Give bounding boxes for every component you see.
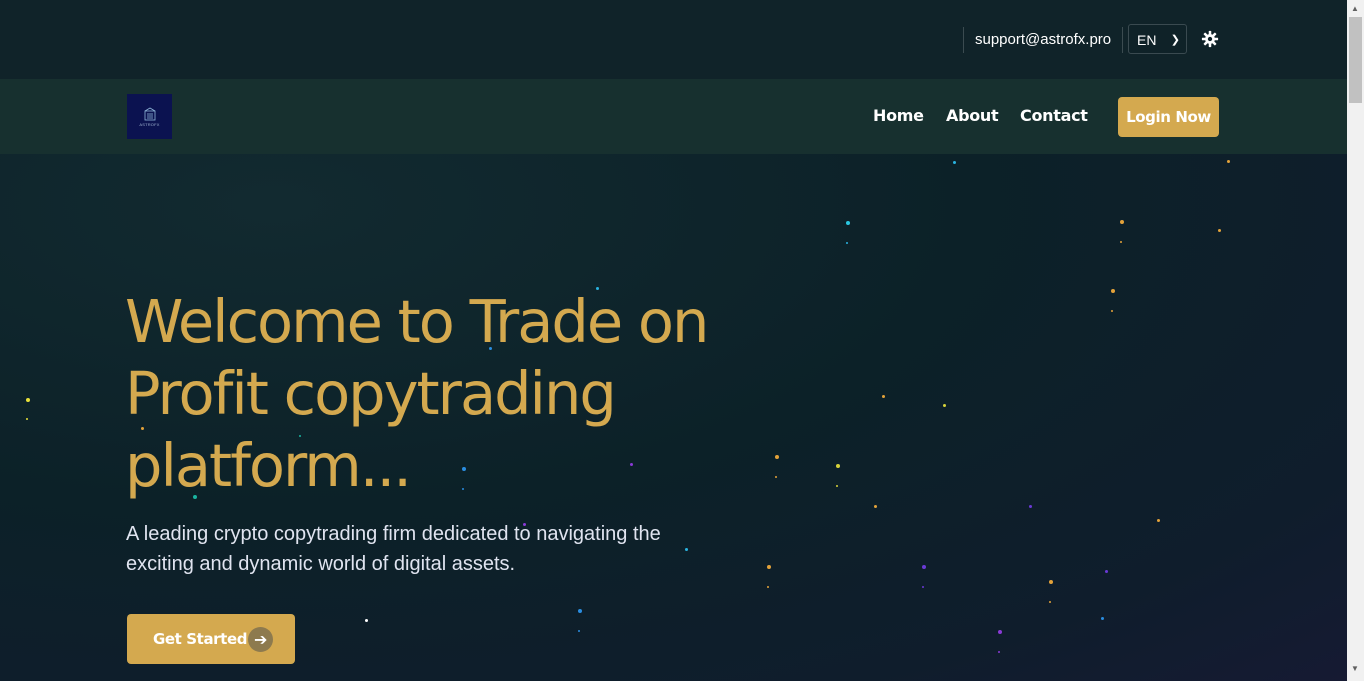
nav-link-home[interactable]: Home [873, 106, 924, 125]
particle [1218, 229, 1221, 232]
get-started-button[interactable]: Get Started ➔ [127, 614, 295, 664]
logo-text: ASTROFX [139, 121, 160, 127]
particle [1105, 570, 1108, 573]
language-value: EN [1137, 32, 1157, 48]
page: support@astrofx.pro EN ❯ ASTROFX Home Ab… [0, 0, 1347, 681]
hero-title: Welcome to Trade on Profit copytrading p… [125, 287, 709, 500]
particle [953, 161, 956, 164]
particle [1029, 505, 1032, 508]
particle [922, 565, 926, 569]
particle [365, 619, 368, 622]
particle [836, 464, 840, 468]
particle [578, 609, 582, 613]
particle [26, 398, 30, 402]
particle [1111, 310, 1113, 312]
site-logo[interactable]: ASTROFX [127, 94, 172, 139]
particle [998, 630, 1002, 634]
particle [775, 455, 779, 459]
particle [846, 242, 848, 244]
particle [1049, 580, 1053, 584]
particle [578, 630, 580, 632]
vertical-scrollbar[interactable]: ▲ ▼ [1347, 0, 1364, 681]
get-started-label: Get Started [153, 630, 248, 648]
language-select[interactable]: EN ❯ [1128, 24, 1187, 54]
particle [943, 404, 946, 407]
particle [882, 395, 885, 398]
particle [1111, 289, 1115, 293]
login-button[interactable]: Login Now [1118, 97, 1219, 137]
scrollbar-thumb[interactable] [1349, 17, 1362, 103]
particle [1227, 160, 1230, 163]
chevron-down-icon: ❯ [1170, 34, 1180, 46]
scroll-down-arrow-icon[interactable]: ▼ [1351, 664, 1359, 673]
particle [998, 651, 1000, 653]
particle [767, 565, 771, 569]
logo-building-icon [144, 107, 155, 120]
hero-subtitle: A leading crypto copytrading firm dedica… [126, 523, 661, 575]
support-email-link[interactable]: support@astrofx.pro [963, 27, 1124, 53]
scroll-up-arrow-icon[interactable]: ▲ [1351, 4, 1359, 13]
particle [836, 485, 838, 487]
nav-link-about[interactable]: About [946, 106, 999, 125]
particle [1120, 220, 1124, 224]
gear-icon[interactable] [1201, 30, 1219, 48]
particle [1049, 601, 1051, 603]
particle [874, 505, 877, 508]
particle [26, 418, 28, 420]
nav-link-contact[interactable]: Contact [1020, 106, 1088, 125]
arrow-right-icon: ➔ [248, 627, 273, 652]
particle [767, 586, 769, 588]
particle [1101, 617, 1104, 620]
particle [1120, 241, 1122, 243]
particle [775, 476, 777, 478]
particle [922, 586, 924, 588]
particle [846, 221, 850, 225]
particle [1157, 519, 1160, 522]
